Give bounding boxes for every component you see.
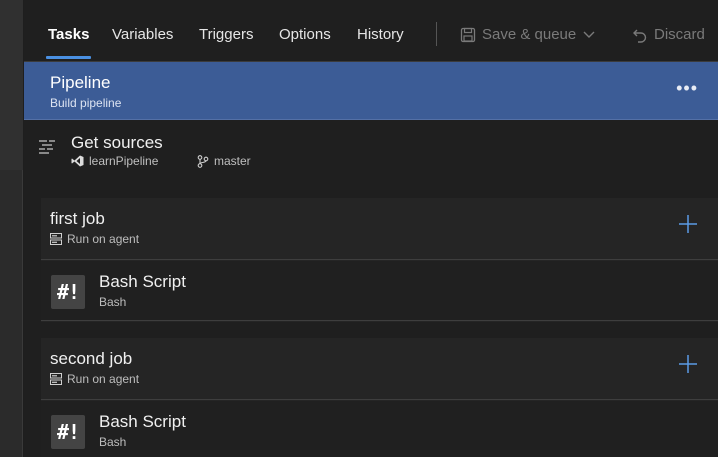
pipeline-subtitle: Build pipeline [50,96,122,110]
pipeline-row[interactable]: Pipeline Build pipeline ••• [24,62,718,120]
repo-info: learnPipeline [71,154,158,168]
job-header[interactable]: second job Run on agent [41,338,718,400]
pipeline-editor: Tasks Variables Triggers Options History… [0,0,718,457]
job-second: second job Run on agent #! Bash Script B… [41,338,718,457]
task-title: Bash Script [99,412,186,431]
pipeline-title: Pipeline [50,73,111,92]
job-header[interactable]: first job Run on agent [41,198,718,260]
sources-list-icon [39,140,55,154]
undo-icon [633,29,647,43]
branch-info: master [197,154,251,168]
more-options-icon[interactable]: ••• [676,78,698,99]
job-subtitle: Run on agent [50,372,139,386]
discard-label: Discard [654,26,705,43]
chevron-down-icon [583,31,595,38]
add-task-icon[interactable] [678,354,698,374]
task-title: Bash Script [99,272,186,291]
job-first: first job Run on agent #! Bash Script Ba… [41,198,718,322]
save-queue-label: Save & queue [482,26,577,43]
tab-variables[interactable]: Variables [112,26,173,43]
discard-button[interactable]: Discard [632,26,705,43]
job-agent-label: Run on agent [67,372,140,386]
top-toolbar: Tasks Variables Triggers Options History… [24,0,718,62]
add-task-icon[interactable] [678,214,698,234]
job-subtitle: Run on agent [50,232,139,246]
branch-name: master [214,154,251,168]
get-sources-row[interactable]: Get sources learnPipeline master [24,121,718,181]
save-queue-button[interactable]: Save & queue [460,26,596,43]
server-icon [50,233,62,245]
server-icon [50,373,62,385]
job-agent-label: Run on agent [67,232,140,246]
tab-options[interactable]: Options [279,26,331,43]
tab-triggers[interactable]: Triggers [199,26,253,43]
job-title: first job [50,209,105,228]
task-subtitle: Bash [99,435,127,449]
task-subtitle: Bash [99,295,127,309]
editor-panel: Tasks Variables Triggers Options History… [24,0,718,457]
task-row[interactable]: #! Bash Script Bash [41,401,718,457]
toolbar-divider [436,22,437,46]
tab-tasks[interactable]: Tasks [48,26,89,43]
branch-icon [197,154,209,168]
tab-history[interactable]: History [357,26,404,43]
active-tab-indicator [46,56,91,59]
get-sources-title: Get sources [71,133,163,152]
save-icon [460,27,476,42]
repo-name: learnPipeline [89,154,159,168]
left-side-panel [0,0,23,457]
bash-script-icon: #! [51,275,85,309]
job-title: second job [50,349,133,368]
task-row[interactable]: #! Bash Script Bash [41,261,718,321]
bash-script-icon: #! [51,415,85,449]
visual-studio-icon [71,155,84,167]
